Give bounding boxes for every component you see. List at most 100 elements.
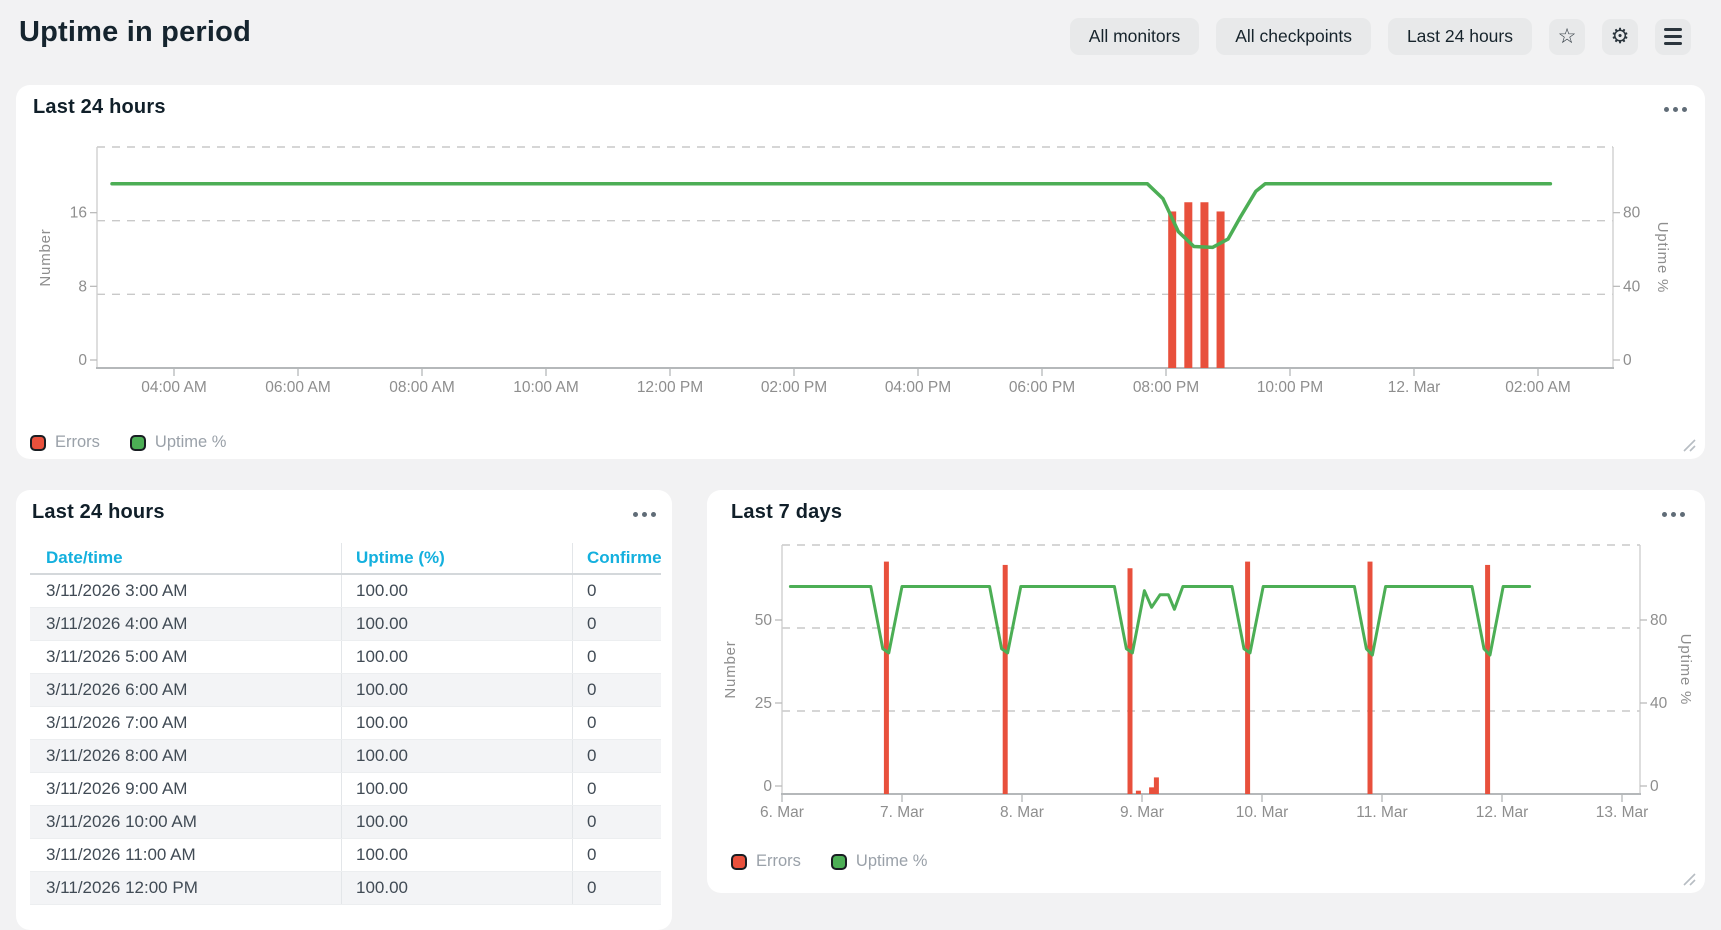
svg-text:0: 0 <box>1650 778 1659 795</box>
svg-text:10:00 PM: 10:00 PM <box>1257 379 1323 396</box>
card-last-7-days-chart: Last 7 days 02550040806. Mar7. Mar8. Mar… <box>707 490 1705 893</box>
uptime-cell: 100.00 <box>341 806 572 838</box>
svg-text:50: 50 <box>755 612 773 629</box>
column-header-confirmed[interactable]: Confirme <box>572 543 661 573</box>
card-title: Last 24 hours <box>32 501 165 524</box>
card-menu-button[interactable] <box>633 512 656 517</box>
svg-text:40: 40 <box>1650 695 1668 712</box>
svg-text:Uptime %: Uptime % <box>1677 634 1694 705</box>
datetime-cell: 3/11/2026 11:00 AM <box>30 839 341 871</box>
errors-swatch-icon <box>731 854 747 870</box>
datetime-cell: 3/11/2026 12:00 PM <box>30 872 341 904</box>
uptime-24h-chart: 08160408004:00 AM06:00 AM08:00 AM10:00 A… <box>16 85 1705 459</box>
datetime-cell: 3/11/2026 3:00 AM <box>30 575 341 607</box>
legend-item-uptime[interactable]: Uptime % <box>130 433 227 452</box>
errors-swatch-icon <box>30 435 46 451</box>
svg-text:02:00 AM: 02:00 AM <box>1505 379 1571 396</box>
datetime-cell: 3/11/2026 8:00 AM <box>30 740 341 772</box>
confirmed-errors-cell: 0 <box>572 641 661 673</box>
svg-text:08:00 PM: 08:00 PM <box>1133 379 1199 396</box>
svg-text:06:00 AM: 06:00 AM <box>265 379 331 396</box>
legend-label: Uptime % <box>856 852 928 871</box>
svg-text:40: 40 <box>1623 278 1641 295</box>
legend-label: Errors <box>55 433 100 452</box>
table-row: 3/11/2026 6:00 AM100.000 <box>30 674 661 707</box>
settings-button[interactable]: ⚙ <box>1602 19 1638 55</box>
confirmed-errors-cell: 0 <box>572 674 661 706</box>
svg-text:8. Mar: 8. Mar <box>1000 804 1044 821</box>
uptime-cell: 100.00 <box>341 773 572 805</box>
confirmed-errors-cell: 0 <box>572 608 661 640</box>
datetime-cell: 3/11/2026 10:00 AM <box>30 806 341 838</box>
svg-text:16: 16 <box>70 205 87 222</box>
uptime-cell: 100.00 <box>341 707 572 739</box>
period-filter-button[interactable]: Last 24 hours <box>1388 18 1532 55</box>
confirmed-errors-cell: 0 <box>572 740 661 772</box>
table-header-row: Date/time Uptime (%) Confirme <box>30 543 661 575</box>
menu-button[interactable] <box>1655 19 1691 55</box>
svg-text:Number: Number <box>37 228 54 286</box>
confirmed-errors-cell: 0 <box>572 773 661 805</box>
svg-text:12. Mar: 12. Mar <box>1476 804 1529 821</box>
svg-text:06:00 PM: 06:00 PM <box>1009 379 1075 396</box>
svg-text:7. Mar: 7. Mar <box>880 804 924 821</box>
column-header-datetime[interactable]: Date/time <box>30 543 341 573</box>
confirmed-errors-cell: 0 <box>572 872 661 904</box>
resize-handle-icon[interactable] <box>1681 437 1696 452</box>
uptime-table: Date/time Uptime (%) Confirme 3/11/2026 … <box>30 543 661 905</box>
confirmed-errors-cell: 0 <box>572 839 661 871</box>
legend-item-uptime[interactable]: Uptime % <box>831 852 928 871</box>
svg-text:Uptime %: Uptime % <box>1654 222 1671 293</box>
svg-text:10:00 AM: 10:00 AM <box>513 379 579 396</box>
svg-text:10. Mar: 10. Mar <box>1236 804 1289 821</box>
all-checkpoints-button[interactable]: All checkpoints <box>1216 18 1371 55</box>
favorite-button[interactable]: ☆ <box>1549 19 1585 55</box>
table-row: 3/11/2026 9:00 AM100.000 <box>30 773 661 806</box>
legend-label: Uptime % <box>155 433 227 452</box>
confirmed-errors-cell: 0 <box>572 707 661 739</box>
uptime-cell: 100.00 <box>341 740 572 772</box>
table-row: 3/11/2026 5:00 AM100.000 <box>30 641 661 674</box>
all-monitors-button[interactable]: All monitors <box>1070 18 1199 55</box>
card-last-24-hours-table: Last 24 hours Date/time Uptime (%) Confi… <box>16 490 672 930</box>
page-title: Uptime in period <box>19 16 251 49</box>
card-last-24-hours-chart: Last 24 hours 08160408004:00 AM06:00 AM0… <box>16 85 1705 459</box>
uptime-cell: 100.00 <box>341 575 572 607</box>
svg-text:6. Mar: 6. Mar <box>760 804 804 821</box>
svg-text:12. Mar: 12. Mar <box>1388 379 1441 396</box>
svg-text:0: 0 <box>78 352 87 369</box>
page-header: Uptime in period All monitors All checkp… <box>0 0 1721 72</box>
datetime-cell: 3/11/2026 6:00 AM <box>30 674 341 706</box>
legend-item-errors[interactable]: Errors <box>30 433 100 452</box>
svg-text:04:00 AM: 04:00 AM <box>141 379 207 396</box>
table-row: 3/11/2026 4:00 AM100.000 <box>30 608 661 641</box>
header-actions: All monitors All checkpoints Last 24 hou… <box>1070 18 1691 55</box>
svg-text:0: 0 <box>763 778 772 795</box>
table-row: 3/11/2026 11:00 AM100.000 <box>30 839 661 872</box>
svg-text:Number: Number <box>722 640 739 698</box>
star-icon: ☆ <box>1558 26 1577 47</box>
column-header-uptime[interactable]: Uptime (%) <box>341 543 572 573</box>
svg-text:8: 8 <box>78 278 87 295</box>
uptime-7d-chart: 02550040806. Mar7. Mar8. Mar9. Mar10. Ma… <box>707 490 1705 893</box>
datetime-cell: 3/11/2026 9:00 AM <box>30 773 341 805</box>
legend-label: Errors <box>756 852 801 871</box>
uptime-cell: 100.00 <box>341 674 572 706</box>
svg-text:04:00 PM: 04:00 PM <box>885 379 951 396</box>
table-body: 3/11/2026 3:00 AM100.0003/11/2026 4:00 A… <box>30 575 661 905</box>
confirmed-errors-cell: 0 <box>572 806 661 838</box>
svg-text:02:00 PM: 02:00 PM <box>761 379 827 396</box>
table-row: 3/11/2026 10:00 AM100.000 <box>30 806 661 839</box>
chart-legend: Errors Uptime % <box>30 433 226 452</box>
resize-handle-icon[interactable] <box>1681 871 1696 886</box>
uptime-cell: 100.00 <box>341 872 572 904</box>
hamburger-icon <box>1664 28 1682 45</box>
legend-item-errors[interactable]: Errors <box>731 852 801 871</box>
uptime-cell: 100.00 <box>341 839 572 871</box>
uptime-cell: 100.00 <box>341 608 572 640</box>
datetime-cell: 3/11/2026 7:00 AM <box>30 707 341 739</box>
table-row: 3/11/2026 3:00 AM100.000 <box>30 575 661 608</box>
uptime-cell: 100.00 <box>341 641 572 673</box>
table-row: 3/11/2026 7:00 AM100.000 <box>30 707 661 740</box>
svg-text:12:00 PM: 12:00 PM <box>637 379 703 396</box>
